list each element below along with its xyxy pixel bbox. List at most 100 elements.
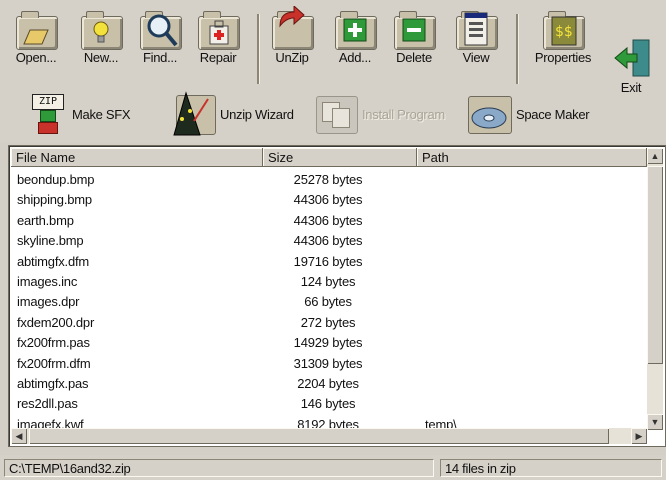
table-row[interactable]: images.inc 124 bytes <box>11 271 647 291</box>
vertical-scrollbar[interactable]: ▲ ▼ <box>647 148 663 430</box>
column-header-size[interactable]: Size <box>263 148 417 167</box>
file-name-cell: images.inc <box>17 273 78 289</box>
status-bar: C:\TEMP\16and32.zip 14 files in zip <box>0 455 666 480</box>
install-program-label: Install Program <box>362 106 445 122</box>
plus-icon <box>333 10 377 50</box>
open-button[interactable]: Open... <box>10 10 62 65</box>
toolbar-separator <box>257 14 260 84</box>
disk-icon <box>466 94 512 134</box>
find-label: Find... <box>142 50 178 65</box>
table-row[interactable]: beondup.bmp 25278 bytes <box>11 169 647 189</box>
table-row[interactable]: res2dll.pas 146 bytes <box>11 393 647 413</box>
file-size-cell: 25278 bytes <box>293 172 363 187</box>
unzip-label: UnZip <box>275 50 309 65</box>
column-header-path[interactable]: Path <box>417 148 647 167</box>
file-name-cell: abtimgfx.dfm <box>17 253 90 269</box>
table-row[interactable]: abtimgfx.dfm 19716 bytes <box>11 251 647 271</box>
table-row[interactable]: abtimgfx.pas 2204 bytes <box>11 373 647 393</box>
toolbar-separator <box>516 14 519 84</box>
toolbar: Open... New... Find... Repair UnZip Add.… <box>0 0 666 142</box>
view-label: View <box>462 50 490 65</box>
make-sfx-label: Make SFX <box>72 106 131 122</box>
exit-label: Exit <box>620 80 642 95</box>
file-size-cell: 31309 bytes <box>293 355 363 371</box>
file-name-cell: earth.bmp <box>17 212 74 228</box>
space-maker-label: Space Maker <box>516 106 590 122</box>
file-size-cell: 66 bytes <box>304 294 352 310</box>
delete-button[interactable]: Delete <box>388 10 440 65</box>
install-program-icon <box>314 94 358 134</box>
delete-label: Delete <box>396 50 432 65</box>
install-program-button: Install Program <box>314 92 445 136</box>
table-row[interactable]: imagefx.kwf 8192 bytes temp\ <box>11 414 647 429</box>
repair-label: Repair <box>199 50 237 65</box>
horizontal-scroll-thumb[interactable] <box>29 428 609 444</box>
lightbulb-icon <box>79 10 123 50</box>
file-size-cell: 146 bytes <box>300 396 356 412</box>
file-size-cell: 44306 bytes <box>293 192 363 208</box>
zip-sfx-icon: ZIP <box>30 94 68 134</box>
table-row[interactable]: skyline.bmp 44306 bytes <box>11 230 647 250</box>
make-sfx-button[interactable]: ZIP Make SFX <box>30 92 131 136</box>
table-row[interactable]: fxdem200.dpr 272 bytes <box>11 312 647 332</box>
scroll-left-arrow-icon[interactable]: ◀ <box>11 428 27 444</box>
exit-door-icon <box>609 36 653 80</box>
file-size-cell: 2204 bytes <box>297 375 359 391</box>
status-archive-path: C:\TEMP\16and32.zip <box>4 459 434 477</box>
file-name-cell: abtimgfx.pas <box>17 375 89 391</box>
file-name-cell: fx200frm.dfm <box>17 355 91 371</box>
open-label: Open... <box>15 50 57 65</box>
first-aid-kit-icon <box>196 10 240 50</box>
new-button[interactable]: New... <box>75 10 127 65</box>
scroll-up-arrow-icon[interactable]: ▲ <box>647 148 663 164</box>
zip-badge: ZIP <box>32 94 64 110</box>
view-window-icon <box>454 10 498 50</box>
file-size-cell: 44306 bytes <box>293 212 363 228</box>
file-list: File Name Size Path beondup.bmp 25278 byt… <box>8 145 666 447</box>
add-label: Add... <box>338 50 372 65</box>
file-name-cell: skyline.bmp <box>17 233 84 249</box>
exit-button[interactable]: Exit <box>606 36 656 95</box>
scroll-down-arrow-icon[interactable]: ▼ <box>647 414 663 430</box>
find-button[interactable]: Find... <box>134 10 186 65</box>
unzip-wizard-button[interactable]: Unzip Wizard <box>166 90 294 138</box>
horizontal-scrollbar[interactable]: ◀ ▶ <box>11 428 647 444</box>
unzip-wizard-label: Unzip Wizard <box>220 106 294 122</box>
properties-icon: $$ <box>541 10 585 50</box>
file-name-cell: fx200frm.pas <box>17 335 90 351</box>
unzip-button[interactable]: UnZip <box>266 6 318 65</box>
scroll-right-arrow-icon[interactable]: ▶ <box>631 428 647 444</box>
file-size-cell: 19716 bytes <box>293 253 363 269</box>
file-rows: beondup.bmp 25278 bytes shipping.bmp 44306 … <box>11 169 647 429</box>
file-name-cell: res2dll.pas <box>17 396 78 412</box>
repair-button[interactable]: Repair <box>190 10 246 65</box>
column-header-file-name[interactable]: File Name <box>11 148 263 167</box>
unzip-arrow-icon <box>270 6 314 50</box>
file-name-cell: beondup.bmp <box>17 172 95 187</box>
properties-label: Properties <box>534 50 592 65</box>
file-size-cell: 44306 bytes <box>293 233 363 249</box>
file-name-cell: fxdem200.dpr <box>17 314 95 330</box>
status-file-count: 14 files in zip <box>440 459 662 477</box>
open-folder-icon <box>14 10 58 50</box>
table-row[interactable]: shipping.bmp 44306 bytes <box>11 189 647 209</box>
magnifier-icon <box>138 10 182 50</box>
table-row[interactable]: fx200frm.dfm 31309 bytes <box>11 353 647 373</box>
minus-icon <box>392 10 436 50</box>
file-size-cell: 272 bytes <box>300 314 356 330</box>
file-size-cell: 14929 bytes <box>293 335 363 351</box>
table-row[interactable]: earth.bmp 44306 bytes <box>11 210 647 230</box>
table-row[interactable]: images.dpr 66 bytes <box>11 291 647 311</box>
new-label: New... <box>83 50 119 65</box>
space-maker-button[interactable]: Space Maker <box>466 92 590 136</box>
wizard-icon <box>166 91 216 137</box>
add-button[interactable]: Add... <box>329 10 381 65</box>
svg-text:$$: $$ <box>555 24 573 40</box>
table-row[interactable]: fx200frm.pas 14929 bytes <box>11 332 647 352</box>
view-button[interactable]: View <box>450 10 502 65</box>
file-name-cell: shipping.bmp <box>17 192 92 208</box>
file-name-cell: images.dpr <box>17 294 80 310</box>
file-size-cell: 124 bytes <box>300 273 356 289</box>
vertical-scroll-thumb[interactable] <box>647 166 663 364</box>
properties-button[interactable]: $$ Properties <box>530 10 596 65</box>
